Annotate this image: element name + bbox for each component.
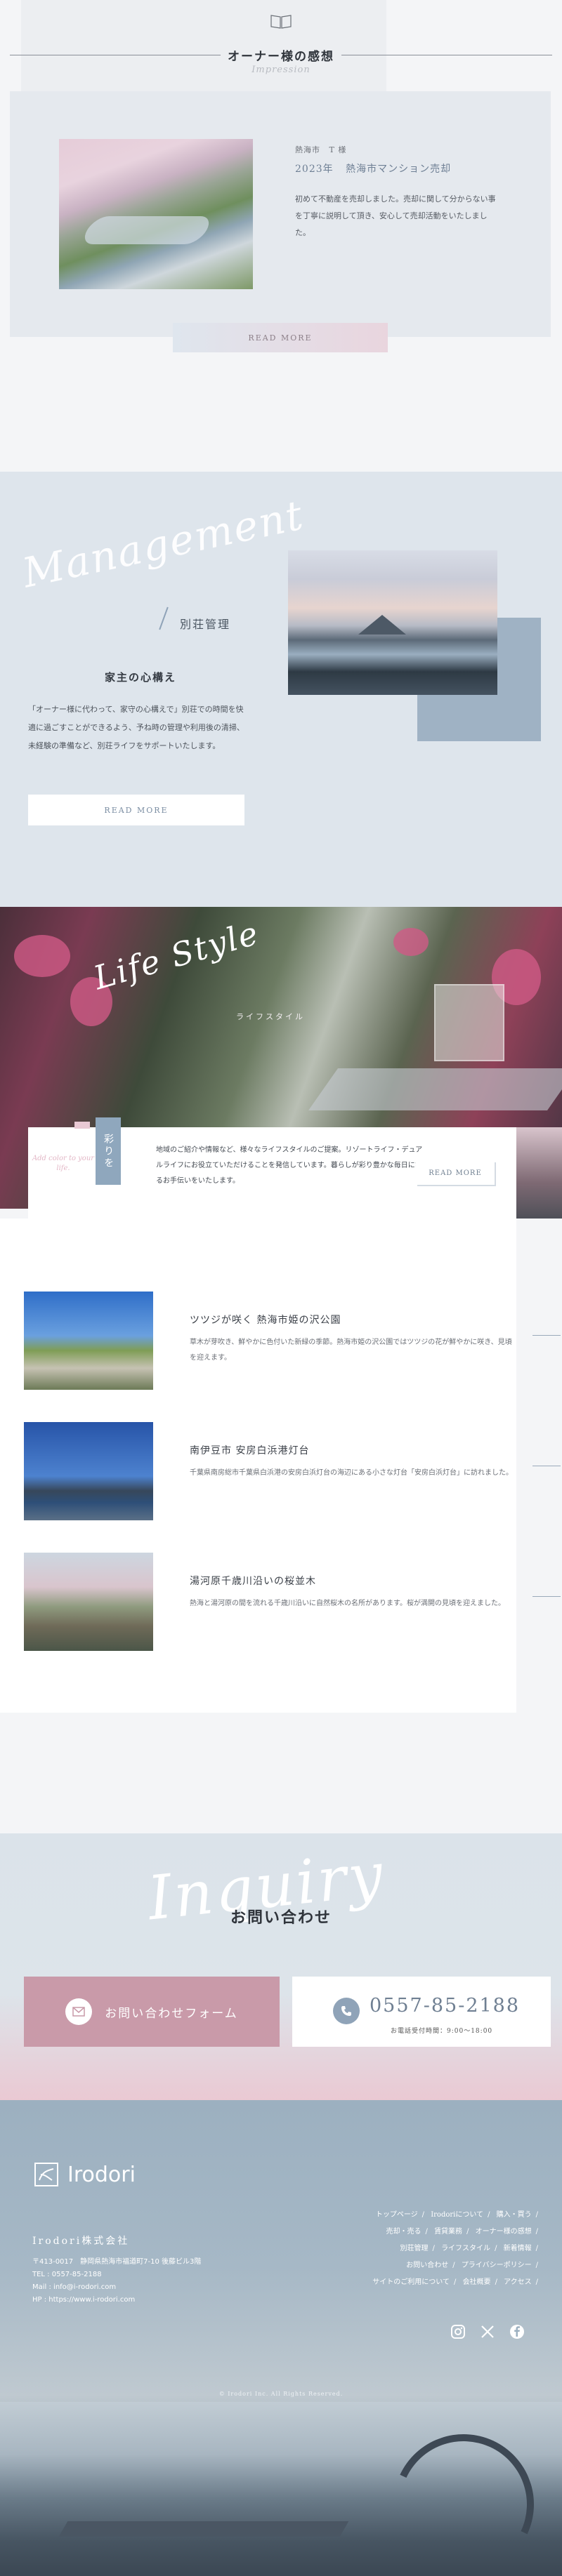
company-mail[interactable]: Mail : info@i-rodori.com — [32, 2281, 236, 2294]
footer-nav: トップページ / Irodoriについて / 購入・買う / 売却・売る / 賃貸業務 /… — [313, 2207, 538, 2291]
article-thumbnail[interactable] — [24, 1422, 153, 1520]
pier — [58, 2521, 349, 2537]
company-address-block: 〒413-0017 静岡県熱海市福道町7-10 後藤ビル3階 TEL : 055… — [32, 2256, 236, 2306]
management-title: 別荘管理 — [180, 618, 231, 631]
instagram-icon[interactable] — [450, 2323, 466, 2340]
footer-link[interactable]: トップページ — [376, 2211, 418, 2219]
flower-cluster — [14, 935, 70, 977]
cherry-blossom-photo — [59, 139, 253, 289]
list-item[interactable]: 湯河原千歳川沿いの桜並木 熱海と湯河原の間を流れる千歳川沿いに自然桜木の名所があ… — [24, 1553, 561, 1651]
footer-nav-row: 売却・売る / 賃貸業務 / オーナー様の感想 / — [386, 2228, 539, 2236]
mountain-shape — [358, 615, 406, 635]
phone-number[interactable]: 0557-85-2188 — [370, 1995, 520, 2017]
contact-form-label: お問い合わせフォーム — [105, 2006, 238, 2021]
footer-link[interactable]: お問い合わせ — [406, 2262, 448, 2269]
contact-form-button[interactable]: お問い合わせフォーム — [24, 1977, 280, 2047]
article-description: 千葉県南房総市千葉県白浜港の安房白浜灯台の海辺にある小さな灯台「安房白浜灯台」に… — [190, 1469, 513, 1477]
owner-voice-section: オーナー様の感想 Impression 熱海市 T 様 2023年 熱海市マンシ… — [0, 0, 562, 472]
article-title[interactable]: 南伊豆市 安房白浜港灯台 — [190, 1443, 309, 1457]
footer-link[interactable]: サイトのご利用について — [372, 2278, 450, 2286]
lifestyle-subtitle: ライフスタイル — [236, 1012, 305, 1021]
management-read-more-button[interactable]: READ MORE — [28, 795, 244, 825]
footer-link[interactable]: オーナー様の感想 — [476, 2228, 532, 2236]
phone-box[interactable]: 0557-85-2188 お電話受付時間：9:00～18:00 — [292, 1977, 551, 2047]
footer-link[interactable]: 購入・買う — [497, 2211, 532, 2219]
footer-link[interactable]: 賃貸業務 — [434, 2228, 462, 2236]
logo-icon — [34, 2163, 58, 2186]
footer-link[interactable]: Irodoriについて — [431, 2211, 483, 2219]
mail-icon — [65, 1998, 93, 2025]
section-title: オーナー様の感想 — [228, 50, 334, 64]
inquiry-section: Inquiry お問い合わせ お問い合わせフォーム 0557-85-2188 お… — [0, 1833, 562, 2100]
social-links — [450, 2323, 525, 2340]
voice-year-line: 2023年 熱海市マンション売却 — [295, 161, 459, 175]
x-icon[interactable] — [479, 2323, 496, 2340]
arrow-icon[interactable] — [532, 1596, 561, 1597]
section-subtitle: Impression — [251, 65, 311, 75]
company-address: 〒413-0017 静岡県熱海市福道町7-10 後藤ビル3階 — [32, 2258, 202, 2266]
footer-link[interactable]: プライバシーポリシー — [462, 2262, 532, 2269]
footer-nav-row: トップページ / Irodoriについて / 購入・買う / — [375, 2211, 538, 2219]
facebook-icon[interactable] — [509, 2323, 525, 2340]
lifestyle-script-title: Life Style — [89, 913, 263, 997]
stone-path — [308, 1068, 562, 1110]
arrow-icon[interactable] — [532, 1335, 561, 1336]
logo-text: Irodori — [67, 2162, 136, 2187]
article-description: 熱海と湯河原の間を流れる千歳川沿いに自然桜木の名所があります。桜が満開の見頃を迎… — [190, 1600, 505, 1607]
management-heading: 家主の心構え — [104, 671, 176, 684]
footer-logo[interactable]: Irodori — [32, 2160, 136, 2189]
footer-nav-row: サイトのご利用について / 会社概要 / アクセス / — [372, 2278, 538, 2286]
pink-accent — [74, 1122, 90, 1129]
lifestyle-side-script: Add color to your life. — [32, 1155, 95, 1172]
voice-location: 熱海市 — [295, 145, 320, 154]
company-name: Irodori株式会社 — [32, 2236, 130, 2247]
voice-property: 熱海市マンション売却 — [346, 164, 452, 175]
inquiry-title: お問い合わせ — [230, 1908, 332, 1927]
management-body: 「オーナー様に代わって、家守の心構えで」別荘での時間を快適に過ごすことができるよ… — [28, 705, 244, 750]
footer-link[interactable]: 会社概要 — [463, 2278, 491, 2286]
footer-link[interactable]: 新着情報 — [504, 2245, 532, 2252]
management-section: Management 別荘管理 家主の心構え 「オーナー様に代わって、家守の心構… — [0, 472, 562, 907]
article-thumbnail[interactable] — [24, 1553, 153, 1651]
lifestyle-tag: 彩りを — [96, 1117, 121, 1185]
footer-link[interactable]: アクセス — [504, 2278, 532, 2286]
footer: Irodori Irodori株式会社 〒413-0017 静岡県熱海市福道町7… — [0, 2100, 562, 2576]
footer-nav-row: 別荘管理 / ライフスタイル / 新着情報 / — [400, 2245, 539, 2252]
voice-read-more-button[interactable]: READ MORE — [173, 323, 388, 352]
paper-background — [21, 0, 386, 91]
article-list: ツツジが咲く 熱海市姫の沢公園 草木が芽吹き、鮮やかに色付いた新緑の季節。熱海市… — [0, 1219, 561, 1713]
phone-hours: お電話受付時間：9:00～18:00 — [391, 2028, 493, 2035]
company-hp[interactable]: HP : https://www.i-rodori.com — [32, 2294, 236, 2306]
title-slash — [159, 606, 169, 630]
mount-fuji-photo — [288, 550, 497, 695]
footer-link[interactable]: 売却・売る — [386, 2228, 422, 2236]
article-title[interactable]: ツツジが咲く 熱海市姫の沢公園 — [190, 1313, 341, 1327]
side-photo — [516, 1127, 562, 1219]
article-title[interactable]: 湯河原千歳川沿いの桜並木 — [190, 1574, 316, 1588]
voice-owner: T 様 — [329, 145, 347, 154]
article-thumbnail[interactable] — [24, 1292, 153, 1390]
voice-year: 2023年 — [295, 164, 334, 175]
stone-gate — [434, 984, 504, 1061]
phone-icon — [333, 1998, 360, 2024]
footer-link[interactable]: 別荘管理 — [400, 2245, 429, 2252]
book-icon — [270, 15, 292, 29]
voice-body: 初めて不動産を売却しました。売却に関して分からない事を丁寧に説明して頂き、安心し… — [295, 194, 496, 237]
footer-nav-row: お問い合わせ / プライバシーポリシー / — [406, 2262, 538, 2269]
flower-cluster — [393, 928, 429, 956]
lifestyle-body: 地域のご紹介や情報など、様々なライフスタイルのご提案。リゾートライフ・デュアルラ… — [156, 1146, 423, 1185]
copyright: © Irodori Inc. All Rights Reserved. — [218, 2391, 344, 2397]
article-description: 草木が芽吹き、鮮やかに色付いた新緑の季節。熱海市姫の沢公園ではツツジの花が鮮やか… — [190, 1339, 512, 1362]
list-item[interactable]: ツツジが咲く 熱海市姫の沢公園 草木が芽吹き、鮮やかに色付いた新緑の季節。熱海市… — [24, 1292, 561, 1390]
lifestyle-read-more-button[interactable]: READ MORE — [416, 1161, 495, 1185]
page: オーナー様の感想 Impression 熱海市 T 様 2023年 熱海市マンシ… — [0, 0, 562, 2576]
list-item[interactable]: 南伊豆市 安房白浜港灯台 千葉県南房総市千葉県白浜港の安房白浜灯台の海辺にある小… — [24, 1422, 561, 1520]
management-script-title: Management — [18, 491, 308, 597]
company-tel: TEL : 0557-85-2188 — [32, 2271, 102, 2278]
lifestyle-card: 彩りを Add color to your life. 地域のご紹介や情報など、… — [28, 1117, 516, 1219]
voice-meta: 熱海市 T 様 — [295, 144, 352, 155]
footer-link[interactable]: ライフスタイル — [441, 2245, 490, 2252]
